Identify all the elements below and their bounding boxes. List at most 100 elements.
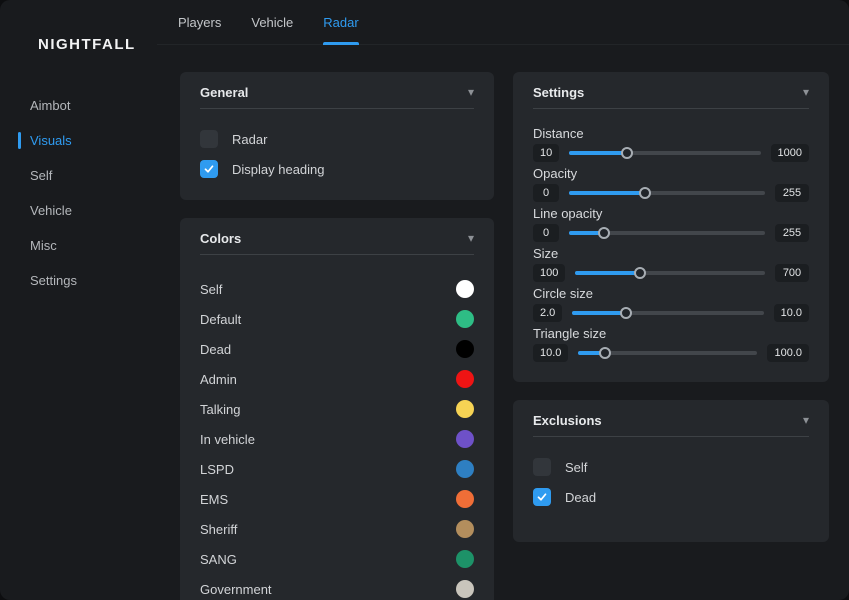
sidebar-item-visuals[interactable]: Visuals: [0, 123, 157, 158]
slider-label: Line opacity: [533, 207, 809, 221]
slider-thumb[interactable]: [599, 347, 611, 359]
tab-vehicle[interactable]: Vehicle: [251, 0, 293, 45]
color-swatch[interactable]: [456, 340, 474, 358]
slider-max-value: 255: [775, 224, 809, 242]
slider-opacity: Opacity 0 255: [533, 167, 809, 202]
slider-thumb[interactable]: [598, 227, 610, 239]
display-heading-checkbox[interactable]: [200, 160, 218, 178]
color-row-government: Government: [200, 574, 474, 600]
checkbox-row-display-heading[interactable]: Display heading: [200, 155, 474, 183]
checkbox-row-exclude-dead[interactable]: Dead: [533, 483, 809, 511]
panel-colors: Colors ▾ Self Default Dead Admin Talking: [180, 218, 494, 600]
sidebar-menu: Aimbot Visuals Self Vehicle Misc Setting…: [0, 88, 157, 298]
slider-label: Distance: [533, 127, 809, 141]
tab-radar[interactable]: Radar: [323, 0, 358, 45]
slider-fill: [569, 151, 626, 155]
slider-line-opacity: Line opacity 0 255: [533, 207, 809, 242]
chevron-down-icon[interactable]: ▾: [803, 414, 809, 426]
panel-general: General ▾ Radar Display heading: [180, 72, 494, 200]
divider: [200, 108, 474, 109]
color-row-sang: SANG: [200, 544, 474, 574]
slider-label: Opacity: [533, 167, 809, 181]
color-swatch[interactable]: [456, 520, 474, 538]
slider-thumb[interactable]: [634, 267, 646, 279]
app-window: NIGHTFALL Aimbot Visuals Self Vehicle Mi…: [0, 0, 849, 600]
checkbox-row-exclude-self[interactable]: Self: [533, 453, 809, 481]
exclude-self-checkbox[interactable]: [533, 458, 551, 476]
panel-general-header: General ▾: [200, 72, 474, 100]
check-icon: [536, 491, 548, 503]
sidebar-item-settings[interactable]: Settings: [0, 263, 157, 298]
panel-colors-title: Colors: [200, 231, 241, 246]
panel-colors-header: Colors ▾: [200, 218, 474, 246]
panel-settings-title: Settings: [533, 85, 584, 100]
slider-track[interactable]: [578, 351, 757, 355]
color-swatch[interactable]: [456, 430, 474, 448]
tab-players[interactable]: Players: [178, 0, 221, 45]
color-row-in-vehicle: In vehicle: [200, 424, 474, 454]
checkbox-label: Display heading: [232, 162, 325, 177]
slider-thumb[interactable]: [620, 307, 632, 319]
color-label: In vehicle: [200, 432, 255, 447]
color-swatch[interactable]: [456, 370, 474, 388]
slider-size: Size 100 700: [533, 247, 809, 282]
color-swatch[interactable]: [456, 310, 474, 328]
color-row-admin: Admin: [200, 364, 474, 394]
divider: [533, 436, 809, 437]
checkbox-row-radar[interactable]: Radar: [200, 125, 474, 153]
slider-track[interactable]: [575, 271, 765, 275]
slider-label: Triangle size: [533, 327, 809, 341]
chevron-down-icon[interactable]: ▾: [468, 86, 474, 98]
sidebar-item-aimbot[interactable]: Aimbot: [0, 88, 157, 123]
panel-settings: Settings ▾ Distance 10 1000 Opacity: [513, 72, 829, 382]
chevron-down-icon[interactable]: ▾: [468, 232, 474, 244]
chevron-down-icon[interactable]: ▾: [803, 86, 809, 98]
slider-fill: [572, 311, 626, 315]
color-label: LSPD: [200, 462, 234, 477]
color-swatch[interactable]: [456, 580, 474, 598]
panel-exclusions: Exclusions ▾ Self Dead: [513, 400, 829, 542]
color-label: Government: [200, 582, 272, 597]
slider-fill: [575, 271, 639, 275]
panel-settings-header: Settings ▾: [533, 72, 809, 100]
color-label: Talking: [200, 402, 240, 417]
sidebar-item-self[interactable]: Self: [0, 158, 157, 193]
color-rows: Self Default Dead Admin Talking In vehic…: [200, 274, 474, 600]
sidebar-item-vehicle[interactable]: Vehicle: [0, 193, 157, 228]
sliders: Distance 10 1000 Opacity 0: [533, 127, 809, 362]
divider: [200, 254, 474, 255]
slider-thumb[interactable]: [639, 187, 651, 199]
panel-general-title: General: [200, 85, 248, 100]
radar-checkbox[interactable]: [200, 130, 218, 148]
color-swatch[interactable]: [456, 550, 474, 568]
exclude-dead-checkbox[interactable]: [533, 488, 551, 506]
slider-track[interactable]: [569, 231, 765, 235]
color-row-default: Default: [200, 304, 474, 334]
tab-bar: Players Vehicle Radar: [157, 0, 849, 45]
color-row-lspd: LSPD: [200, 454, 474, 484]
color-swatch[interactable]: [456, 460, 474, 478]
color-swatch[interactable]: [456, 490, 474, 508]
slider-max-value: 100.0: [767, 344, 809, 362]
sidebar-item-misc[interactable]: Misc: [0, 228, 157, 263]
slider-track[interactable]: [572, 311, 763, 315]
slider-circle-size: Circle size 2.0 10.0: [533, 287, 809, 322]
slider-thumb[interactable]: [621, 147, 633, 159]
color-label: Sheriff: [200, 522, 237, 537]
slider-track[interactable]: [569, 151, 760, 155]
color-swatch[interactable]: [456, 280, 474, 298]
checkbox-label: Dead: [565, 490, 596, 505]
slider-label: Size: [533, 247, 809, 261]
sidebar: NIGHTFALL Aimbot Visuals Self Vehicle Mi…: [0, 0, 157, 600]
slider-min-value: 10: [533, 144, 559, 162]
color-label: EMS: [200, 492, 228, 507]
color-swatch[interactable]: [456, 400, 474, 418]
color-label: Self: [200, 282, 222, 297]
color-row-sheriff: Sheriff: [200, 514, 474, 544]
slider-min-value: 100: [533, 264, 565, 282]
slider-min-value: 2.0: [533, 304, 562, 322]
panel-exclusions-header: Exclusions ▾: [533, 400, 809, 428]
color-row-ems: EMS: [200, 484, 474, 514]
slider-track[interactable]: [569, 191, 765, 195]
color-label: SANG: [200, 552, 237, 567]
